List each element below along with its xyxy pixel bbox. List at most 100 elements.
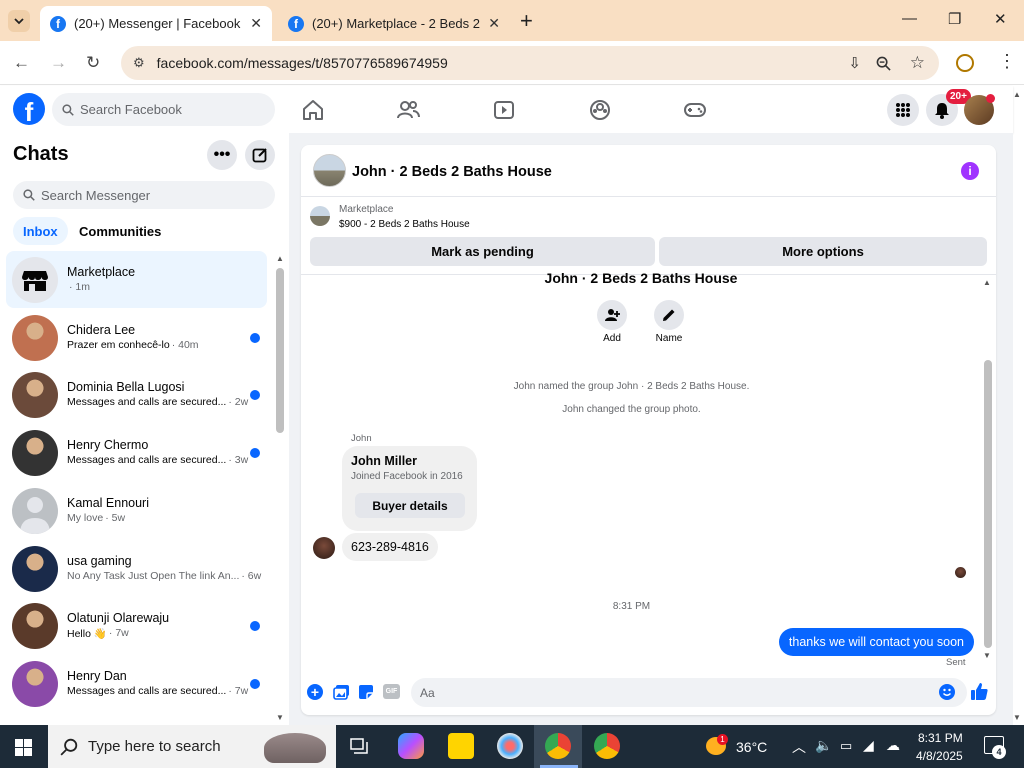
- weather-temperature[interactable]: 36°C: [736, 739, 767, 755]
- facebook-logo-icon[interactable]: f: [13, 93, 45, 125]
- new-tab-button[interactable]: +: [520, 8, 533, 34]
- site-info-icon[interactable]: ⚙: [133, 55, 145, 71]
- buyer-details-button[interactable]: Buyer details: [355, 493, 465, 518]
- minimize-icon[interactable]: —: [902, 10, 917, 27]
- phone-message-bubble[interactable]: 623-289-4816: [342, 533, 438, 561]
- task-view-icon[interactable]: [350, 738, 369, 755]
- window-close-icon[interactable]: ✕: [994, 10, 1007, 28]
- reload-icon[interactable]: ↻: [86, 53, 100, 73]
- network-icon[interactable]: ☁: [886, 737, 900, 754]
- more-actions-button[interactable]: +: [307, 684, 323, 700]
- conversation-scrollbar[interactable]: [984, 360, 992, 648]
- read-receipt-avatar: [955, 567, 966, 578]
- outgoing-message-bubble[interactable]: thanks we will contact you soon: [778, 628, 974, 656]
- sidebar-scroll-down-icon[interactable]: ▼: [276, 713, 284, 722]
- tab-communities[interactable]: Communities: [69, 217, 171, 245]
- menu-grid-button[interactable]: [887, 94, 919, 126]
- chat-options-button[interactable]: •••: [207, 140, 237, 170]
- conversation-title[interactable]: John · 2 Beds 2 Baths House: [352, 164, 552, 180]
- tab-title: (20+) Marketplace - 2 Beds 2 Ba: [312, 16, 483, 31]
- chrome-profile-icon[interactable]: [594, 733, 620, 759]
- zoom-icon[interactable]: [876, 56, 891, 71]
- taskbar-search-placeholder: Type here to search: [88, 738, 221, 755]
- close-tab-icon[interactable]: ✕: [250, 15, 262, 32]
- profile-icon[interactable]: [956, 54, 974, 72]
- chat-preview: No Any Task Just Open The link An... · 6w: [67, 570, 261, 582]
- chat-item[interactable]: usa gaming No Any Task Just Open The link…: [6, 540, 267, 597]
- close-tab-icon[interactable]: ✕: [488, 15, 500, 32]
- facebook-search-input[interactable]: Search Facebook: [52, 93, 275, 126]
- page-scroll-up-icon[interactable]: ▲: [1013, 90, 1021, 99]
- install-app-icon[interactable]: ⇩: [848, 54, 861, 72]
- avatar: [12, 430, 58, 477]
- paint-icon[interactable]: [497, 733, 523, 759]
- sticker-icon[interactable]: [358, 684, 374, 700]
- copilot-icon[interactable]: [398, 733, 424, 759]
- avatar: [12, 545, 58, 592]
- message-timestamp: 8:31 PM: [612, 601, 651, 612]
- chat-preview-text: No Any Task Just Open The link An...: [67, 569, 240, 582]
- browser-menu-icon[interactable]: ⋮: [998, 51, 1016, 72]
- clock-date[interactable]: 4/8/2025: [916, 749, 963, 763]
- meet-icon[interactable]: ▭: [840, 738, 852, 754]
- search-icon: [23, 189, 35, 201]
- photo-icon[interactable]: [333, 684, 350, 700]
- message-input[interactable]: Aa: [411, 678, 967, 707]
- clock-time[interactable]: 8:31 PM: [918, 731, 963, 745]
- conversation-scroll-down-icon[interactable]: ▼: [983, 651, 991, 660]
- chat-item[interactable]: Kamal Ennouri My love · 5w: [6, 482, 267, 539]
- tab-inbox[interactable]: Inbox: [13, 217, 68, 245]
- wifi-icon[interactable]: ◢: [863, 737, 874, 754]
- friends-icon[interactable]: [394, 96, 422, 124]
- unread-dot: [250, 621, 260, 632]
- chat-item[interactable]: Dominia Bella Lugosi Messages and calls a…: [6, 366, 267, 423]
- chrome-icon[interactable]: [545, 733, 571, 759]
- url-text[interactable]: facebook.com/messages/t/8570776589674959: [157, 55, 448, 71]
- conversation-info-button[interactable]: i: [961, 162, 979, 180]
- chat-item[interactable]: Marketplace · 1m: [6, 251, 267, 308]
- home-icon[interactable]: [299, 96, 327, 124]
- conversation-scroll-up-icon[interactable]: ▲: [983, 278, 991, 287]
- bookmark-star-icon[interactable]: ☆: [910, 53, 925, 73]
- chat-preview: My love · 5w: [67, 512, 125, 524]
- windows-start-icon[interactable]: [15, 739, 32, 756]
- gaming-icon[interactable]: [681, 96, 709, 124]
- volume-icon[interactable]: 🔈: [815, 737, 832, 754]
- chat-item[interactable]: Henry Dan Messages and calls are secured.…: [6, 655, 267, 712]
- tab-list-button[interactable]: [8, 10, 30, 32]
- tab-marketplace[interactable]: f (20+) Marketplace - 2 Beds 2 Ba ✕: [278, 6, 510, 41]
- omnibox[interactable]: ⚙ facebook.com/messages/t/85707765896749…: [121, 46, 939, 80]
- back-icon[interactable]: ←: [13, 53, 30, 73]
- chat-item[interactable]: Olatunji Olarewaju Hello 👋 · 7w: [6, 597, 267, 654]
- page-scroll-down-icon[interactable]: ▼: [1013, 713, 1021, 722]
- conversation-avatar[interactable]: [313, 154, 346, 187]
- listing-title[interactable]: $900 - 2 Beds 2 Baths House: [339, 219, 470, 230]
- mark-pending-button[interactable]: Mark as pending: [310, 237, 655, 266]
- listing-thumbnail[interactable]: [310, 206, 330, 226]
- add-member-button[interactable]: [597, 300, 627, 330]
- chat-item[interactable]: Chidera Lee Prazer em conhecê-lo · 40m: [6, 309, 267, 366]
- pencil-icon: [663, 309, 675, 321]
- groups-icon[interactable]: [586, 96, 614, 124]
- gif-icon[interactable]: GIF: [383, 684, 400, 699]
- restore-icon[interactable]: ❐: [948, 10, 961, 28]
- forward-icon[interactable]: →: [50, 53, 67, 73]
- thumbs-up-icon[interactable]: [970, 682, 989, 701]
- unread-dot: [250, 678, 260, 689]
- chat-item[interactable]: Henry Chermo Messages and calls are secur…: [6, 424, 267, 481]
- taskbar-search-input[interactable]: Type here to search: [48, 725, 336, 768]
- sticky-notes-icon[interactable]: [448, 733, 474, 759]
- tray-overflow-icon[interactable]: ︿: [792, 737, 806, 757]
- rename-group-button[interactable]: [654, 300, 684, 330]
- chat-time: · 5w: [105, 511, 126, 524]
- tab-messenger[interactable]: f (20+) Messenger | Facebook ✕: [40, 6, 272, 41]
- messenger-search-input[interactable]: Search Messenger: [13, 181, 275, 209]
- chat-preview-text: Messages and calls are secured...: [67, 684, 227, 697]
- emoji-icon[interactable]: [939, 684, 955, 700]
- buyer-joined: Joined Facebook in 2016: [351, 471, 463, 482]
- new-message-button[interactable]: [245, 140, 275, 170]
- more-options-button[interactable]: More options: [659, 237, 987, 266]
- sidebar-scroll-up-icon[interactable]: ▲: [276, 254, 284, 263]
- sidebar-scrollbar[interactable]: [276, 268, 284, 433]
- video-icon[interactable]: [490, 96, 518, 124]
